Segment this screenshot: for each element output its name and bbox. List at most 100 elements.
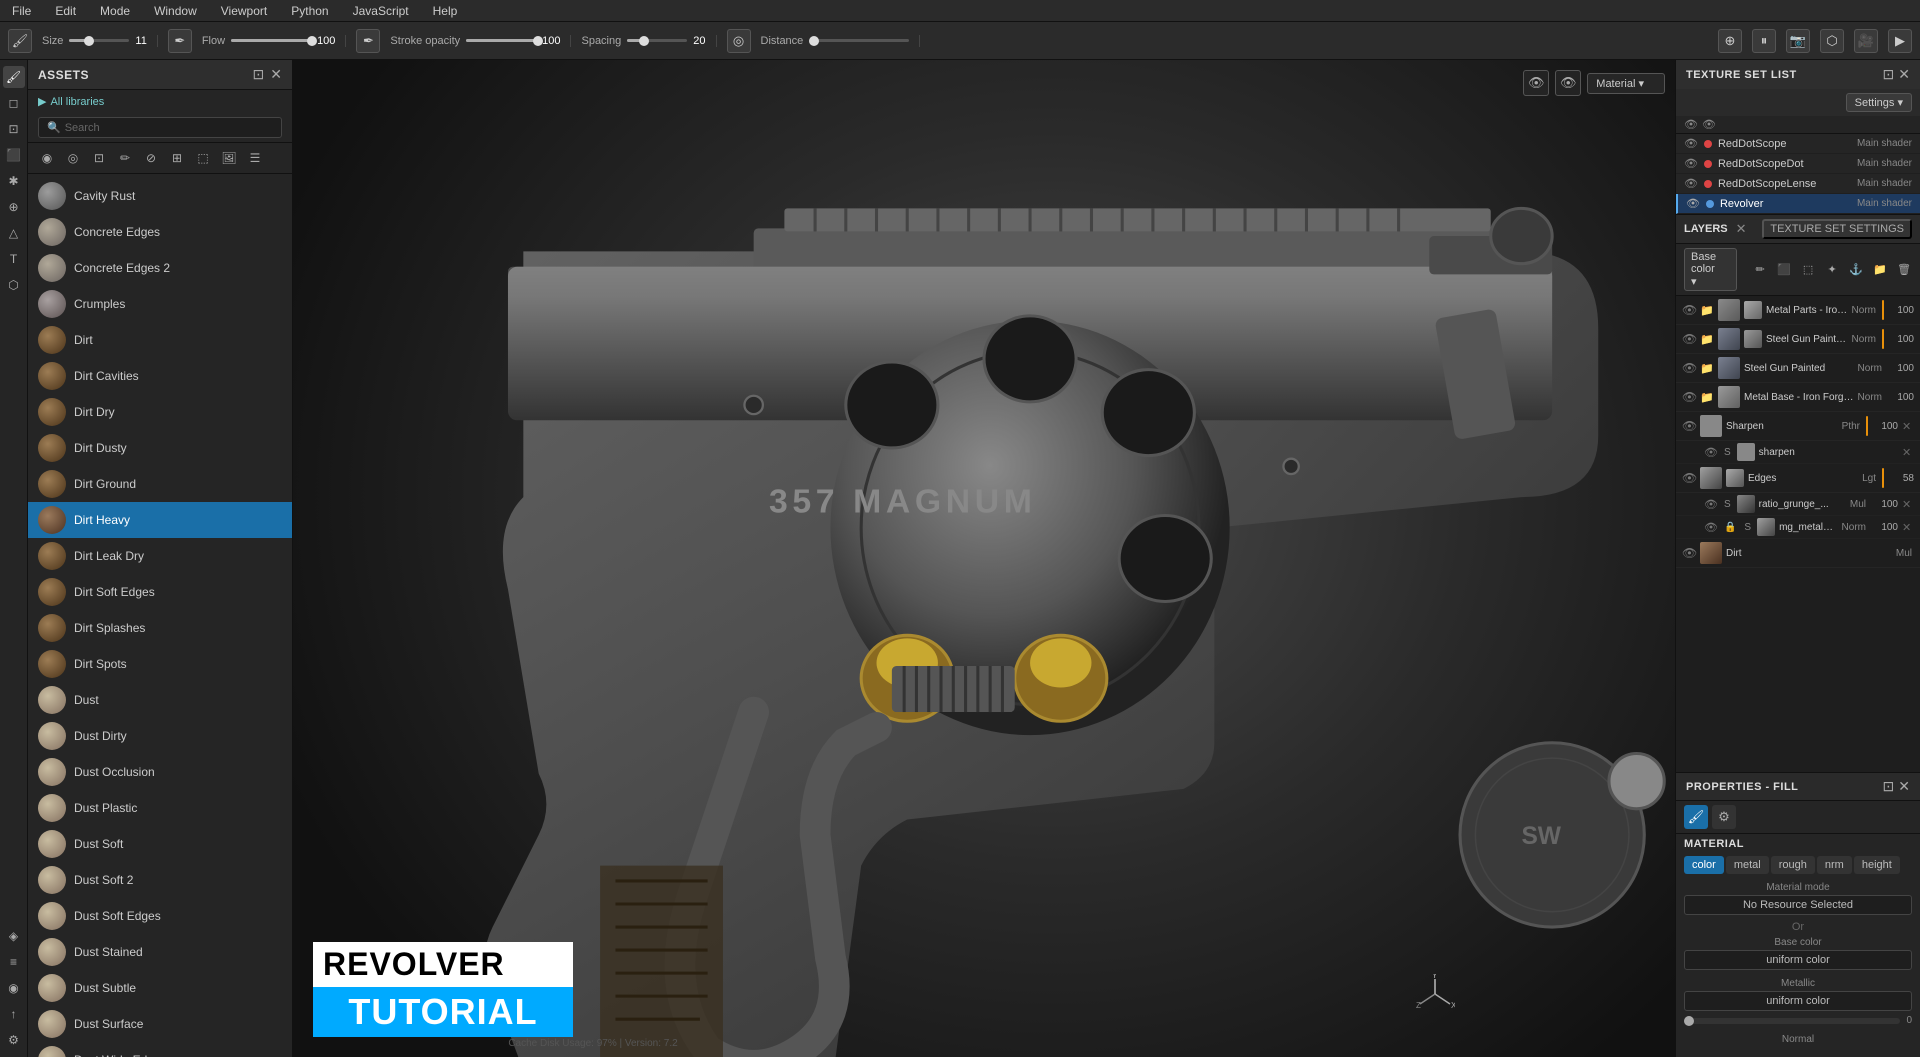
layer-eye-steel-gun[interactable]: 👁: [1682, 361, 1696, 375]
export-tool[interactable]: ↑: [3, 1003, 25, 1025]
tsl-item-revolver[interactable]: 👁 Revolver Main shader: [1676, 194, 1920, 214]
layer-folder-metal-base[interactable]: 📁: [1700, 391, 1714, 404]
pause-btn[interactable]: ⏸: [1752, 29, 1776, 53]
sublayer-close-mg[interactable]: ✕: [1902, 521, 1914, 534]
sublayer-sharpen[interactable]: 👁 S sharpen ✕: [1676, 441, 1920, 464]
asset-ring-btn[interactable]: ◎: [62, 147, 84, 169]
layer-folder-add-btn[interactable]: 📁: [1869, 259, 1891, 281]
asset-item-cavity-rust[interactable]: Cavity Rust: [28, 178, 292, 214]
asset-item-concrete-edges-2[interactable]: Concrete Edges 2: [28, 250, 292, 286]
asset-item-dust-wide-edges[interactable]: Dust Wide Edges: [28, 1042, 292, 1057]
texture-set-settings-btn[interactable]: TEXTURE SET SETTINGS: [1762, 219, 1912, 239]
tsl-item-reddotscope[interactable]: 👁 RedDotScope Main shader: [1676, 134, 1920, 154]
layer-close-sharpen[interactable]: ✕: [1902, 420, 1914, 433]
asset-item-dirt-splashes[interactable]: Dirt Splashes: [28, 610, 292, 646]
sublayer-eye-sharpen[interactable]: 👁: [1704, 446, 1718, 459]
asset-item-dust-soft-2[interactable]: Dust Soft 2: [28, 862, 292, 898]
layers-mode-dropdown[interactable]: Base color ▾: [1684, 248, 1737, 291]
asset-list-btn[interactable]: ☰: [244, 147, 266, 169]
render-btn[interactable]: ▶: [1888, 29, 1912, 53]
layer-item-metal-parts[interactable]: 👁 📁 Metal Parts - Iron Forg... Norm 100: [1676, 296, 1920, 325]
viewport-mode-dropdown[interactable]: Material ▾: [1587, 73, 1665, 94]
assets-breadcrumb[interactable]: ▶ All libraries: [28, 90, 292, 113]
smudge-tool[interactable]: ✱: [3, 170, 25, 192]
selection-tool[interactable]: ⊡: [3, 118, 25, 140]
menu-python[interactable]: Python: [287, 2, 332, 20]
3d-tool[interactable]: ⬡: [3, 274, 25, 296]
mat-tab-height[interactable]: height: [1854, 856, 1900, 874]
menu-window[interactable]: Window: [150, 2, 201, 20]
asset-item-dust-soft-edges[interactable]: Dust Soft Edges: [28, 898, 292, 934]
layer-item-steel-gun[interactable]: 👁 📁 Steel Gun Painted Norm 100: [1676, 354, 1920, 383]
flow-pressure-btn[interactable]: ✒: [356, 29, 380, 53]
layer-delete-btn[interactable]: 🗑: [1893, 259, 1915, 281]
layer-erase-btn[interactable]: ⬚: [1797, 259, 1819, 281]
tsl-item-reddotscopedot[interactable]: 👁 RedDotScopeDot Main shader: [1676, 154, 1920, 174]
layer-item-steel-gun-alt[interactable]: 👁 📁 Steel Gun Painted - Alt... Norm 100: [1676, 325, 1920, 354]
layer-eye-dirt[interactable]: 👁: [1682, 546, 1696, 560]
layer-effects-btn[interactable]: ✦: [1821, 259, 1843, 281]
video-btn[interactable]: 🎥: [1854, 29, 1878, 53]
distance-slider[interactable]: [809, 39, 909, 42]
layer-eye-steel-gun-alt[interactable]: 👁: [1682, 332, 1696, 346]
asset-item-dirt-ground[interactable]: Dirt Ground: [28, 466, 292, 502]
layer-eye-sharpen[interactable]: 👁: [1682, 419, 1696, 433]
props-paint-btn[interactable]: 🖌: [1684, 805, 1708, 829]
asset-item-dirt-soft-edges[interactable]: Dirt Soft Edges: [28, 574, 292, 610]
align-btn[interactable]: ◎: [727, 29, 751, 53]
viewport-eye-btn[interactable]: 👁: [1523, 70, 1549, 96]
asset-pen-btn[interactable]: ✏: [114, 147, 136, 169]
flow-slider[interactable]: [231, 39, 311, 42]
stroke-opacity-slider[interactable]: [466, 39, 536, 42]
tsl-close-btn[interactable]: ✕: [1898, 66, 1910, 83]
asset-item-dust-dirty[interactable]: Dust Dirty: [28, 718, 292, 754]
settings-left-tool[interactable]: ⚙: [3, 1029, 25, 1051]
polygon-tool[interactable]: △: [3, 222, 25, 244]
metallic-slider[interactable]: [1684, 1018, 1900, 1024]
asset-item-dust-soft[interactable]: Dust Soft: [28, 826, 292, 862]
layer-anchor-btn[interactable]: ⚓: [1845, 259, 1867, 281]
layer-fill-btn[interactable]: ⬛: [1773, 259, 1795, 281]
color-picker-tool[interactable]: ◈: [3, 925, 25, 947]
tsl-item-eye-reddotscope[interactable]: 👁: [1684, 137, 1698, 150]
sublayer-eye-mg[interactable]: 👁: [1704, 521, 1718, 534]
asset-item-dust-plastic[interactable]: Dust Plastic: [28, 790, 292, 826]
materials-tool[interactable]: ◉: [3, 977, 25, 999]
tsl-expand-btn[interactable]: ⊡: [1883, 66, 1895, 83]
mat-tab-color[interactable]: color: [1684, 856, 1724, 874]
mat-tab-nrm[interactable]: nrm: [1817, 856, 1852, 874]
layers-close-btn[interactable]: ✕: [1736, 221, 1747, 237]
layer-eye-edges[interactable]: 👁: [1682, 471, 1696, 485]
viewport[interactable]: 357 MAGNUM SW: [293, 60, 1675, 1057]
asset-item-dust-stained[interactable]: Dust Stained: [28, 934, 292, 970]
asset-texture-btn[interactable]: ⬚: [192, 147, 214, 169]
mat-tab-metal[interactable]: metal: [1726, 856, 1769, 874]
layer-item-metal-base[interactable]: 👁 📁 Metal Base - Iron Forged Old Norm 10…: [1676, 383, 1920, 412]
asset-item-dust-subtle[interactable]: Dust Subtle: [28, 970, 292, 1006]
asset-item-crumples[interactable]: Crumples: [28, 286, 292, 322]
props-settings-btn[interactable]: ⚙: [1712, 805, 1736, 829]
asset-item-concrete-edges[interactable]: Concrete Edges: [28, 214, 292, 250]
pen-pressure-btn[interactable]: ✒: [168, 29, 192, 53]
tsl-item-eye-reddotscopedot[interactable]: 👁: [1684, 157, 1698, 170]
fill-tool[interactable]: ⬛: [3, 144, 25, 166]
viewport-eye2-btn[interactable]: 👁: [1555, 70, 1581, 96]
eraser-tool[interactable]: ◻: [3, 92, 25, 114]
menu-edit[interactable]: Edit: [51, 2, 80, 20]
sublayer-eye-ratio[interactable]: 👁: [1704, 498, 1718, 511]
asset-square-btn[interactable]: ⊡: [88, 147, 110, 169]
layer-eye-metal-parts[interactable]: 👁: [1682, 303, 1696, 317]
asset-item-dirt-leak-dry[interactable]: Dirt Leak Dry: [28, 538, 292, 574]
props-close-btn[interactable]: ✕: [1898, 778, 1910, 795]
asset-sphere-btn[interactable]: ◉: [36, 147, 58, 169]
menu-file[interactable]: File: [8, 2, 35, 20]
layer-folder-metal-parts[interactable]: 📁: [1700, 304, 1714, 317]
menu-javascript[interactable]: JavaScript: [349, 2, 413, 20]
text-tool[interactable]: T: [3, 248, 25, 270]
layer-pen-btn[interactable]: ✏: [1749, 259, 1771, 281]
asset-grid-btn[interactable]: ⊞: [166, 147, 188, 169]
layer-item-sharpen[interactable]: 👁 Sharpen Pthr 100 ✕: [1676, 412, 1920, 441]
asset-item-dirt-spots[interactable]: Dirt Spots: [28, 646, 292, 682]
asset-item-dust[interactable]: Dust: [28, 682, 292, 718]
sublayer-close-sharpen[interactable]: ✕: [1902, 446, 1914, 459]
